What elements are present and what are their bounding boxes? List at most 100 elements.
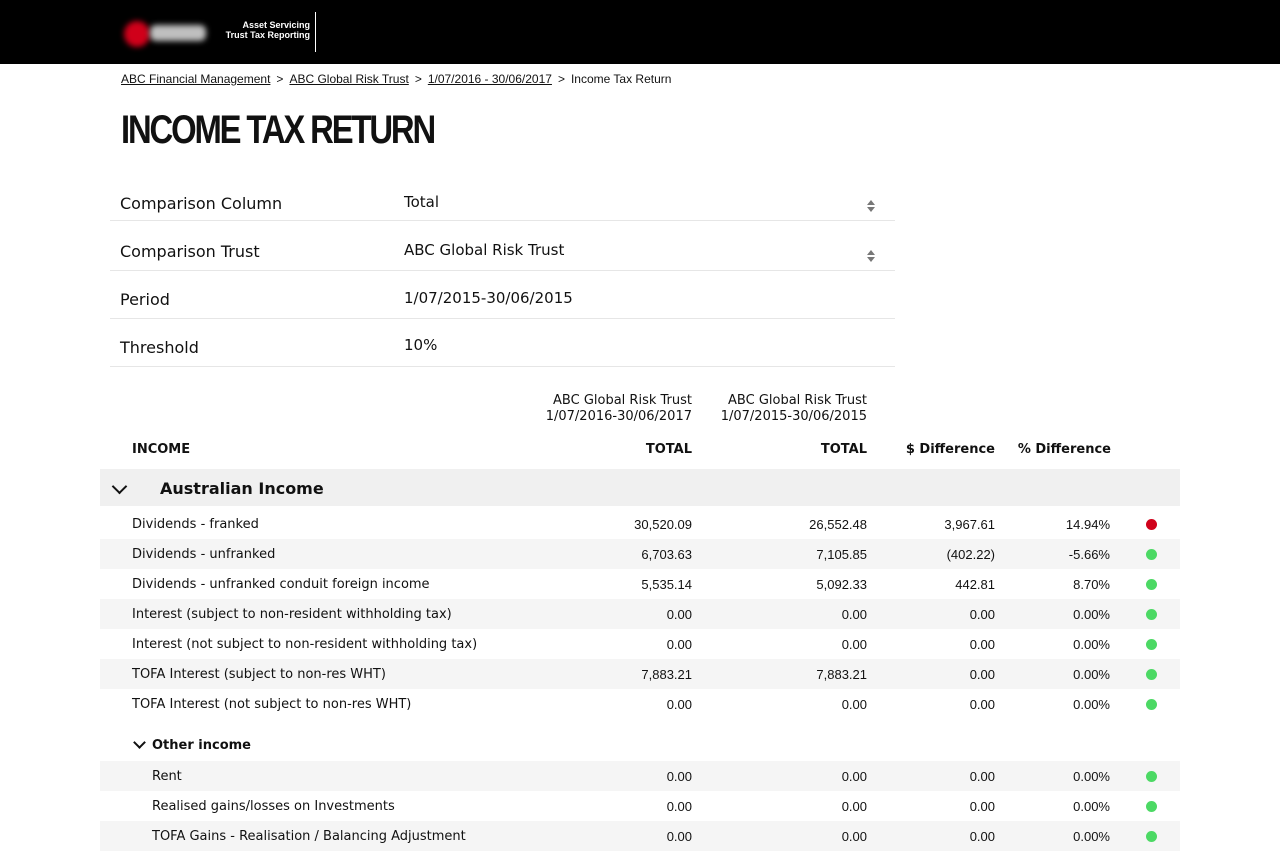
current-total: 6,703.63 — [641, 547, 692, 562]
subsection-other-income[interactable]: Other income — [100, 731, 1180, 761]
dollar-difference: 0.00 — [969, 799, 995, 814]
current-trust-name: ABC Global Risk Trust — [553, 393, 692, 408]
column-header-total-compare: TOTAL — [820, 442, 867, 457]
dollar-difference: 0.00 — [969, 607, 995, 622]
comparison-total: 26,552.48 — [809, 517, 867, 532]
filter-threshold: Threshold 10% — [110, 326, 895, 367]
column-header-percent-difference: % Difference — [1017, 442, 1111, 457]
comparison-column-select[interactable]: Total — [404, 193, 439, 211]
threshold-value: 10% — [404, 336, 438, 354]
table-row: Dividends - unfranked conduit foreign in… — [100, 569, 1180, 599]
table-row: Interest (subject to non-resident withho… — [100, 599, 1180, 629]
percent-difference: -5.66% — [1068, 547, 1110, 562]
percent-difference: 14.94% — [1065, 517, 1110, 532]
table-row: Interest (not subject to non-resident wi… — [100, 629, 1180, 659]
filter-comparison-trust: Comparison Trust ABC Global Risk Trust — [110, 228, 895, 271]
breadcrumb-link-client[interactable]: ABC Financial Management — [121, 72, 270, 86]
current-total: 0.00 — [666, 769, 692, 784]
row-label: Dividends - unfranked — [132, 547, 276, 562]
status-green-indicator — [1146, 609, 1157, 620]
dollar-difference: 3,967.61 — [944, 517, 995, 532]
comparison-total: 7,883.21 — [816, 667, 867, 682]
table-row: Rent 0.00 0.00 0.00 0.00% — [100, 761, 1180, 791]
select-arrows-icon[interactable] — [866, 200, 876, 212]
row-label: Dividends - unfranked conduit foreign in… — [132, 577, 430, 592]
comparison-total: 7,105.85 — [816, 547, 867, 562]
filter-period: Period 1/07/2015-30/06/2015 — [110, 278, 895, 319]
brand-line-1: Asset Servicing — [242, 20, 310, 30]
status-green-indicator — [1146, 831, 1157, 842]
chevron-down-icon[interactable] — [111, 478, 128, 495]
comparison-total: 0.00 — [841, 637, 867, 652]
comparison-trust-select[interactable]: ABC Global Risk Trust — [404, 241, 564, 259]
brand-text: Asset Servicing Trust Tax Reporting — [220, 20, 310, 40]
subsection-title: Other income — [152, 738, 251, 753]
percent-difference: 8.70% — [1073, 577, 1110, 592]
nab-logo[interactable] — [120, 16, 210, 48]
comparison-total: 0.00 — [841, 799, 867, 814]
table-row: TOFA Interest (subject to non-res WHT) 7,… — [100, 659, 1180, 689]
row-label: Dividends - franked — [132, 517, 259, 532]
percent-difference: 0.00% — [1073, 607, 1110, 622]
breadcrumb-separator: > — [276, 72, 284, 86]
logo-wordmark — [150, 25, 206, 41]
row-label: Rent — [152, 769, 182, 784]
current-total: 0.00 — [666, 697, 692, 712]
comparison-column-label: Comparison Column — [120, 194, 283, 213]
threshold-label: Threshold — [120, 338, 199, 357]
breadcrumb-link-period[interactable]: 1/07/2016 - 30/06/2017 — [428, 72, 552, 86]
table-row: Dividends - franked 30,520.09 26,552.48 3,9… — [100, 509, 1180, 539]
row-label: Interest (not subject to non-resident wi… — [132, 637, 478, 652]
row-label: Interest (subject to non-resident withho… — [132, 607, 452, 622]
current-total: 0.00 — [666, 799, 692, 814]
dollar-difference: 0.00 — [969, 637, 995, 652]
current-trust-header: ABC Global Risk Trust 1/07/2016-30/06/20… — [512, 393, 692, 425]
brand-divider — [315, 12, 316, 52]
status-green-indicator — [1146, 669, 1157, 680]
comparison-total: 5,092.33 — [816, 577, 867, 592]
status-red-indicator — [1146, 519, 1157, 530]
compare-trust-period: 1/07/2015-30/06/2015 — [720, 409, 867, 424]
status-green-indicator — [1146, 801, 1157, 812]
breadcrumb: ABC Financial Management > ABC Global Risk… — [121, 72, 671, 86]
table-row: Dividends - unfranked 6,703.63 7,105.85 (40… — [100, 539, 1180, 569]
percent-difference: 0.00% — [1073, 667, 1110, 682]
chevron-down-icon[interactable] — [133, 736, 146, 749]
current-total: 30,520.09 — [634, 517, 692, 532]
dollar-difference: 0.00 — [969, 829, 995, 844]
table-row: Realised gains/losses on Investments 0.00… — [100, 791, 1180, 821]
row-label: Realised gains/losses on Investments — [152, 799, 395, 814]
column-header-dollar-difference: $ Difference — [905, 442, 995, 457]
dollar-difference: 0.00 — [969, 667, 995, 682]
current-total: 5,535.14 — [641, 577, 692, 592]
percent-difference: 0.00% — [1073, 799, 1110, 814]
breadcrumb-separator: > — [557, 72, 565, 86]
current-total: 0.00 — [666, 637, 692, 652]
percent-difference: 0.00% — [1073, 829, 1110, 844]
section-australian-income[interactable]: Australian Income — [100, 469, 1180, 506]
status-green-indicator — [1146, 549, 1157, 560]
column-header-income: INCOME — [132, 442, 191, 457]
row-label: TOFA Gains - Realisation / Balancing Adj… — [152, 829, 466, 844]
comparison-trust-label: Comparison Trust — [120, 242, 260, 261]
status-green-indicator — [1146, 771, 1157, 782]
section-title: Australian Income — [160, 479, 324, 498]
page-title: INCOME TAX RETURN — [121, 108, 436, 152]
select-arrows-icon[interactable] — [866, 250, 876, 262]
comparison-total: 0.00 — [841, 697, 867, 712]
comparison-total: 0.00 — [841, 607, 867, 622]
row-label: TOFA Interest (not subject to non-res WH… — [132, 697, 412, 712]
status-green-indicator — [1146, 699, 1157, 710]
row-label: TOFA Interest (subject to non-res WHT) — [132, 667, 386, 682]
current-total: 0.00 — [666, 829, 692, 844]
period-label: Period — [120, 290, 170, 309]
breadcrumb-link-trust[interactable]: ABC Global Risk Trust — [289, 72, 408, 86]
status-green-indicator — [1146, 639, 1157, 650]
column-header-total-current: TOTAL — [645, 442, 692, 457]
current-total: 7,883.21 — [641, 667, 692, 682]
table-row: TOFA Gains - Realisation / Balancing Adj… — [100, 821, 1180, 851]
breadcrumb-current: Income Tax Return — [570, 72, 672, 86]
filter-comparison-column: Comparison Column Total — [110, 180, 895, 221]
dollar-difference: (402.22) — [946, 547, 995, 562]
table-row: TOFA Interest (not subject to non-res WH… — [100, 689, 1180, 719]
